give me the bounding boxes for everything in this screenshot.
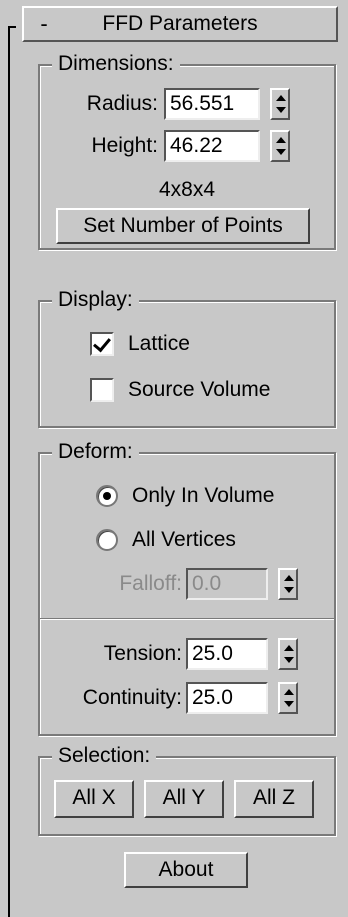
- display-label: Display:: [52, 288, 139, 312]
- height-spinner[interactable]: [270, 130, 290, 162]
- points-count-text: 4x8x4: [158, 178, 216, 201]
- continuity-spinner[interactable]: [278, 682, 298, 714]
- deform-divider: [40, 618, 334, 620]
- radius-label: Radius:: [86, 92, 158, 115]
- spinner-down-icon[interactable]: [284, 587, 294, 593]
- source-volume-checkbox[interactable]: [90, 378, 114, 402]
- radius-spinner[interactable]: [270, 88, 290, 120]
- rollout-title: FFD Parameters: [102, 12, 258, 35]
- spinner-down-icon[interactable]: [276, 107, 286, 113]
- dimensions-group: Dimensions: Radius: 56.551 Height: 46.22…: [38, 52, 336, 250]
- source-volume-checkbox-row[interactable]: Source Volume: [90, 378, 270, 402]
- spinner-up-icon[interactable]: [284, 689, 294, 695]
- set-number-of-points-button[interactable]: Set Number of Points: [56, 208, 310, 244]
- display-group: Display: Lattice Source Volume: [38, 288, 336, 428]
- rollout-frame-line: [8, 26, 10, 917]
- tension-field[interactable]: 25.0: [186, 638, 268, 670]
- spinner-down-icon[interactable]: [284, 657, 294, 663]
- dimensions-label: Dimensions:: [52, 52, 180, 76]
- all-z-button[interactable]: All Z: [234, 780, 314, 818]
- falloff-spinner[interactable]: [278, 568, 298, 600]
- continuity-field[interactable]: 25.0: [186, 682, 268, 714]
- rollout-header[interactable]: - FFD Parameters: [22, 6, 338, 42]
- spinner-up-icon[interactable]: [276, 95, 286, 101]
- lattice-checkbox[interactable]: [90, 332, 114, 356]
- spinner-up-icon[interactable]: [284, 645, 294, 651]
- rollout-frame-tick: [8, 26, 16, 28]
- height-label: Height:: [91, 134, 158, 157]
- only-in-volume-radio[interactable]: [96, 485, 118, 507]
- spinner-up-icon[interactable]: [284, 575, 294, 581]
- tension-spinner[interactable]: [278, 638, 298, 670]
- all-y-button[interactable]: All Y: [144, 780, 224, 818]
- all-vertices-radio-row[interactable]: All Vertices: [96, 528, 236, 552]
- spinner-up-icon[interactable]: [276, 137, 286, 143]
- selection-label: Selection:: [52, 744, 157, 768]
- all-vertices-radio[interactable]: [96, 529, 118, 551]
- lattice-label: Lattice: [128, 332, 190, 355]
- falloff-field[interactable]: 0.0: [186, 568, 268, 600]
- deform-group: Deform: Only In Volume All Vertices Fall…: [38, 440, 336, 736]
- spinner-down-icon[interactable]: [284, 701, 294, 707]
- only-in-volume-label: Only In Volume: [132, 484, 275, 507]
- height-field[interactable]: 46.22: [164, 130, 260, 162]
- deform-label: Deform:: [52, 440, 139, 464]
- tension-label: Tension:: [103, 642, 182, 665]
- falloff-label: Falloff:: [119, 572, 182, 595]
- spinner-down-icon[interactable]: [276, 149, 286, 155]
- all-vertices-label: All Vertices: [132, 528, 236, 551]
- only-in-volume-radio-row[interactable]: Only In Volume: [96, 484, 274, 508]
- lattice-checkbox-row[interactable]: Lattice: [90, 332, 190, 356]
- selection-group: Selection: All X All Y All Z: [38, 744, 336, 836]
- all-x-button[interactable]: All X: [54, 780, 134, 818]
- radius-field[interactable]: 56.551: [164, 88, 260, 120]
- collapse-icon[interactable]: -: [24, 11, 64, 37]
- source-volume-label: Source Volume: [128, 378, 271, 401]
- about-button[interactable]: About: [124, 852, 248, 888]
- continuity-label: Continuity:: [82, 686, 182, 709]
